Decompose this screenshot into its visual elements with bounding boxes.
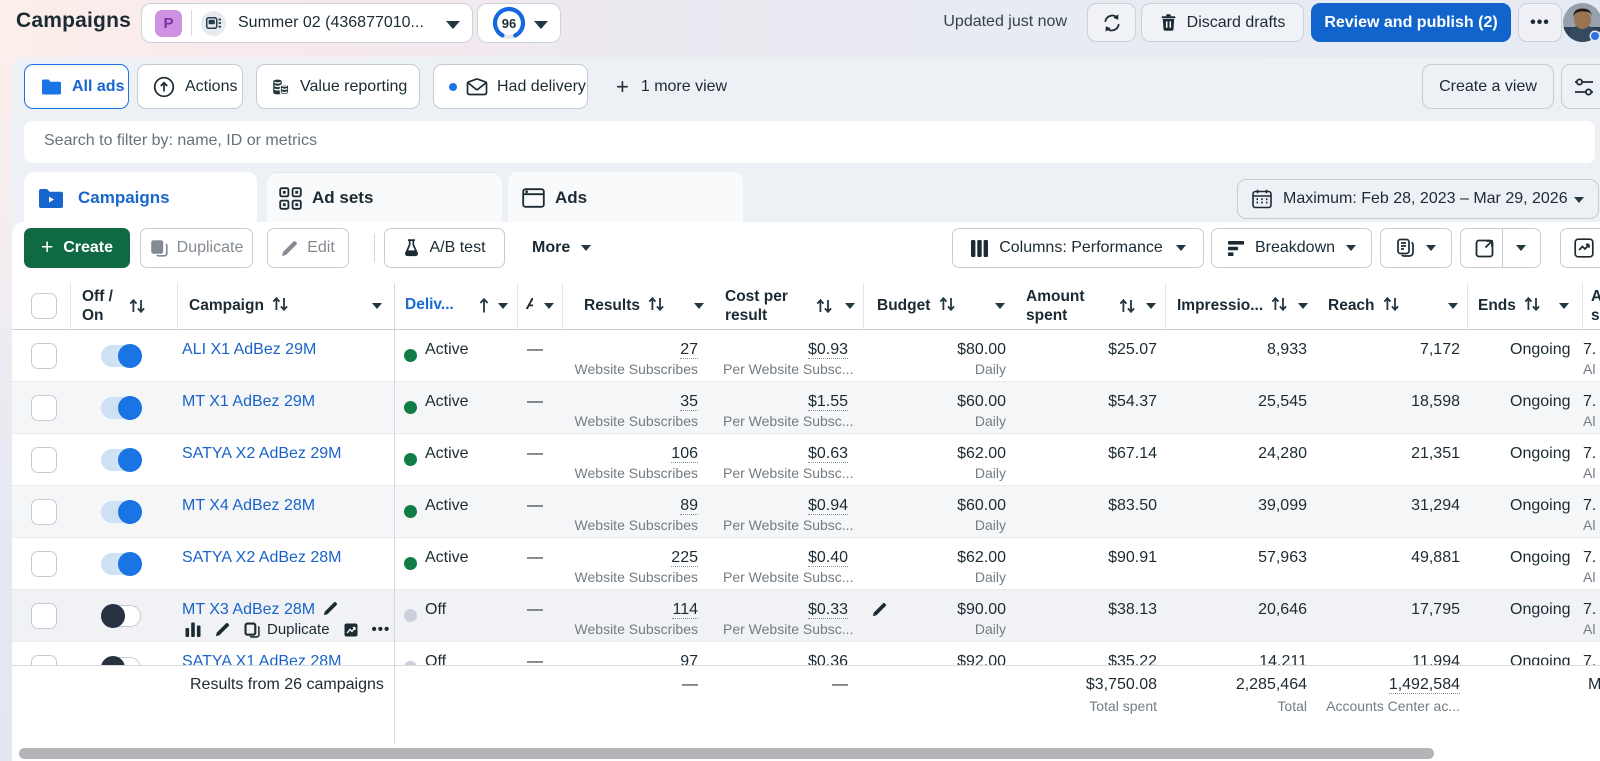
svg-text:96: 96 — [502, 16, 516, 31]
